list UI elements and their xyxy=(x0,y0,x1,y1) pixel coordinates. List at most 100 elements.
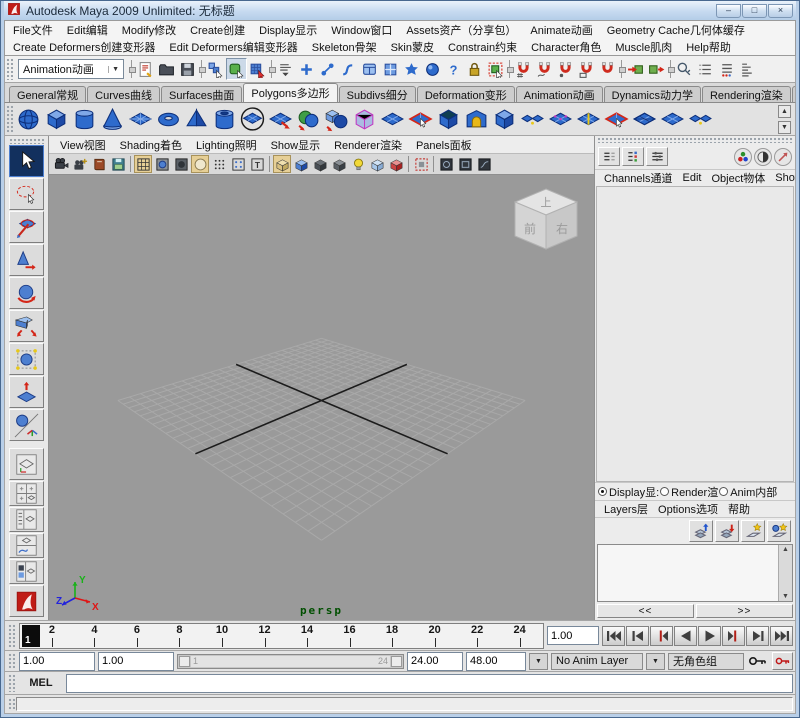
use-all-lights-icon[interactable] xyxy=(349,155,367,173)
wireframe-icon[interactable] xyxy=(134,155,152,173)
points-display-icon[interactable] xyxy=(210,155,228,173)
channel-hyperbolic-icon[interactable] xyxy=(774,148,792,166)
add-divisions-icon[interactable] xyxy=(630,105,658,133)
boolean-union-icon[interactable] xyxy=(294,105,322,133)
menu-item[interactable]: Create创建 xyxy=(190,22,253,38)
frame-ruler[interactable]: 1 24681012141618202224 xyxy=(19,623,544,649)
toolbar-separator[interactable] xyxy=(128,58,135,80)
step-forward-frame-button[interactable] xyxy=(746,626,769,646)
toolbar-separator[interactable] xyxy=(667,58,674,80)
toolbox-drag-handle[interactable] xyxy=(9,138,45,144)
channel-slider-mode-icon[interactable] xyxy=(598,147,620,166)
poly-sphere-icon[interactable] xyxy=(14,105,42,133)
combine-icon[interactable] xyxy=(266,105,294,133)
channel-box-menu-item[interactable]: Show xyxy=(770,172,795,184)
view-cube[interactable]: 上 前 右 xyxy=(511,187,581,261)
status-line-drag-handle[interactable] xyxy=(6,58,13,80)
layer-nav-next-button[interactable]: >> xyxy=(696,604,793,618)
animation-start-input[interactable] xyxy=(19,652,95,671)
selection-mask-menu-icon[interactable] xyxy=(275,58,296,80)
insert-edge-loop-icon[interactable] xyxy=(574,105,602,133)
command-line-drag-handle[interactable] xyxy=(8,674,15,692)
mask-deformations-icon[interactable] xyxy=(380,58,401,80)
universal-manipulator-tool[interactable] xyxy=(9,343,44,375)
toolbar-separator[interactable] xyxy=(268,58,275,80)
smooth-icon[interactable] xyxy=(378,105,406,133)
shelf-tab[interactable]: General常规 xyxy=(9,86,86,102)
range-end-handle[interactable] xyxy=(391,656,402,667)
mask-misc-icon[interactable]: ? xyxy=(443,58,464,80)
channel-box-menu-item[interactable]: Edit xyxy=(677,172,706,184)
character-set-field[interactable]: 无角色组 xyxy=(668,653,744,670)
minimize-button[interactable]: – xyxy=(716,4,741,18)
highlight-selection-icon[interactable] xyxy=(485,58,506,80)
poly-plane-icon[interactable] xyxy=(126,105,154,133)
mirror-geometry-icon[interactable] xyxy=(350,105,378,133)
viewport-menu-item[interactable]: Show显示 xyxy=(264,137,328,153)
default-material-icon[interactable]: T xyxy=(248,155,266,173)
animation-end-input[interactable] xyxy=(466,652,526,671)
save-scene-icon[interactable] xyxy=(177,58,198,80)
scale-tool[interactable] xyxy=(9,310,44,342)
viewport-menu-item[interactable]: Lighting照明 xyxy=(189,137,264,153)
channel-manip-mode-icon[interactable] xyxy=(622,147,644,166)
lock-selection-icon[interactable] xyxy=(464,58,485,80)
poly-pyramid-icon[interactable] xyxy=(182,105,210,133)
soft-modification-tool[interactable] xyxy=(9,376,44,408)
menu-item[interactable]: File文件 xyxy=(13,22,61,38)
anim-layer-menu-button[interactable]: ▼ xyxy=(529,653,548,670)
poly-cube-icon[interactable] xyxy=(42,105,70,133)
go-to-start-button[interactable] xyxy=(602,626,625,646)
last-tool-used[interactable] xyxy=(9,409,44,441)
step-back-frame-button[interactable] xyxy=(626,626,649,646)
wire-on-shaded-icon[interactable] xyxy=(229,155,247,173)
bridge-icon[interactable] xyxy=(462,105,490,133)
viewport-canvas[interactable]: 上 前 右 Y X Z persp xyxy=(49,175,594,620)
menu-item[interactable]: Geometry Cache几何体缓存 xyxy=(607,22,753,38)
output-connections-icon[interactable] xyxy=(646,58,667,80)
maximize-button[interactable]: □ xyxy=(742,4,767,18)
channel-box-toggle-icon[interactable] xyxy=(737,58,758,80)
offset-edge-loop-icon[interactable] xyxy=(602,105,630,133)
scroll-up-icon[interactable]: ▲ xyxy=(782,546,789,553)
mask-points-icon[interactable] xyxy=(296,58,317,80)
shelf-tab[interactable]: PaintEffects画笔特 xyxy=(792,86,796,102)
current-frame-marker[interactable]: 1 xyxy=(22,625,40,647)
menu-item[interactable]: Skin蒙皮 xyxy=(391,39,442,55)
field-chart-icon[interactable] xyxy=(437,155,455,173)
menu-item[interactable]: Character角色 xyxy=(531,39,609,55)
channel-box-menu-item[interactable]: Object物体 xyxy=(706,170,770,186)
input-connections-icon[interactable] xyxy=(625,58,646,80)
layer-editor-menu-item[interactable]: Options选项 xyxy=(653,501,723,517)
channel-box-menu-item[interactable]: Channels通道 xyxy=(599,170,677,186)
menu-item[interactable]: Help帮助 xyxy=(686,39,739,55)
channel-contrast-icon[interactable] xyxy=(754,148,772,166)
shelf-scroll-up-button[interactable]: ▲ xyxy=(778,105,791,118)
playback-start-input[interactable] xyxy=(98,652,174,671)
toolbar-separator[interactable] xyxy=(198,58,205,80)
layer-nav-prev-button[interactable]: << xyxy=(597,604,694,618)
shelf-tab[interactable]: Surfaces曲面 xyxy=(161,86,242,102)
select-hierarchy-icon[interactable] xyxy=(205,58,226,80)
range-start-handle[interactable] xyxy=(179,656,190,667)
camera-attributes-icon[interactable] xyxy=(71,155,89,173)
shelf-tab[interactable]: Polygons多边形 xyxy=(243,83,337,102)
set-key-icon[interactable] xyxy=(747,652,769,670)
shelf-items-drag-handle[interactable] xyxy=(6,105,13,133)
smooth-shade-icon[interactable] xyxy=(153,155,171,173)
menu-item[interactable]: Edit编辑 xyxy=(67,22,116,38)
quadrangulate-icon[interactable] xyxy=(686,105,714,133)
lasso-select-tool[interactable] xyxy=(9,178,44,210)
playback-range-track[interactable]: 1 24 xyxy=(177,654,404,669)
shadows-icon[interactable] xyxy=(311,155,329,173)
shelf-tab[interactable]: Curves曲线 xyxy=(87,86,160,102)
mask-dynamics-icon[interactable] xyxy=(401,58,422,80)
poly-pipe-icon[interactable] xyxy=(210,105,238,133)
move-layer-up-icon[interactable] xyxy=(689,520,713,542)
layer-editor-menu-item[interactable]: Layers层 xyxy=(599,501,653,517)
auto-keyframe-toggle[interactable] xyxy=(772,652,793,670)
scroll-down-icon[interactable]: ▼ xyxy=(782,593,789,600)
bounding-box-icon[interactable] xyxy=(172,155,190,173)
select-tool[interactable] xyxy=(9,145,44,177)
poly-cylinder-icon[interactable] xyxy=(70,105,98,133)
